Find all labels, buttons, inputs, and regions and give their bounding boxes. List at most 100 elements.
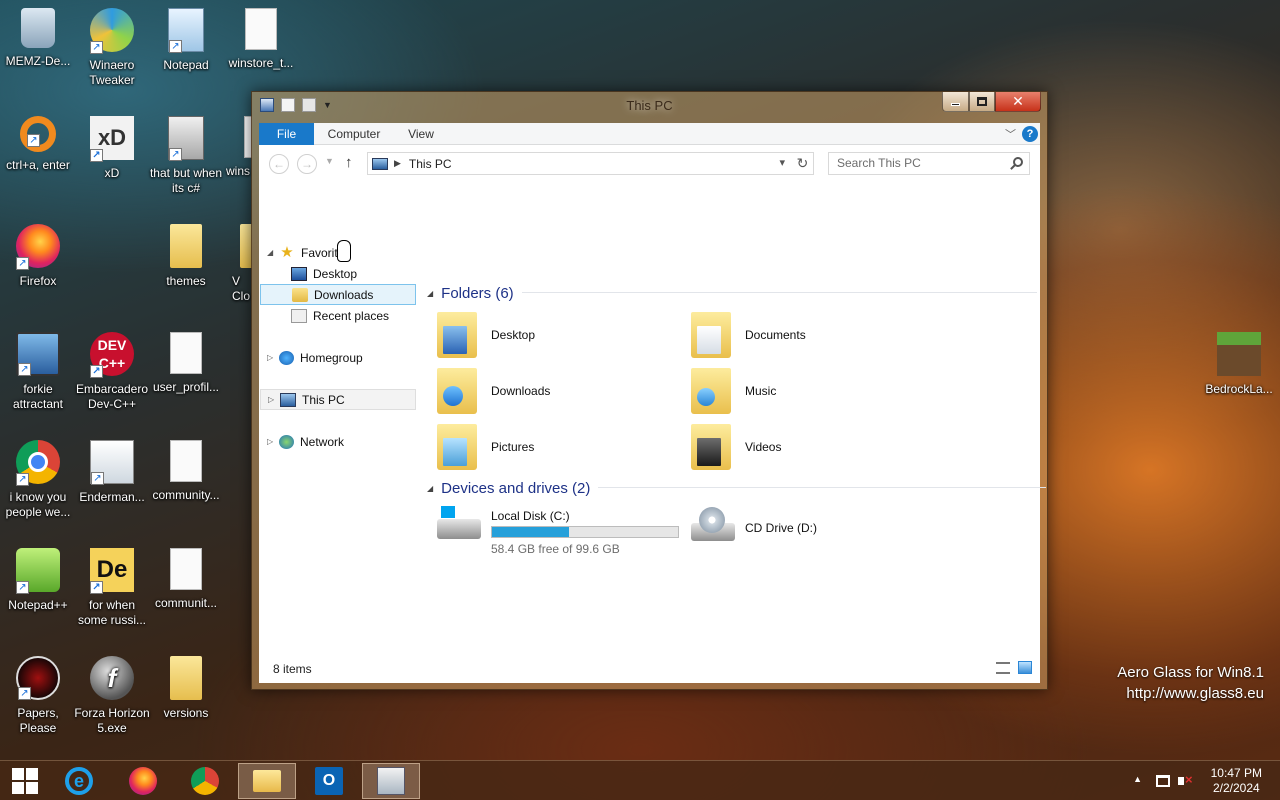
maximize-button[interactable]	[969, 92, 995, 112]
firefox-icon: ↗	[16, 224, 60, 270]
winaero-icon: ↗	[90, 8, 134, 54]
nav-item-this-pc[interactable]: ▷ This PC	[260, 389, 416, 410]
windows-stack-icon: ↗	[168, 116, 204, 161]
forward-button[interactable]: →	[297, 154, 317, 174]
window-title: This PC	[626, 98, 673, 113]
title-bar[interactable]: ▼ This PC ✕	[252, 92, 1047, 120]
desktop-icon-notepad[interactable]: ↗ Notepad	[148, 8, 224, 73]
file-explorer-icon	[253, 770, 281, 792]
clock[interactable]: 10:47 PM 2/2/2024	[1211, 766, 1262, 796]
close-button[interactable]: ✕	[995, 92, 1041, 112]
search-input[interactable]: Search This PC	[828, 152, 1030, 175]
desktop-icon-themes[interactable]: themes	[148, 224, 224, 289]
recent-locations-chevron-icon[interactable]: ▼	[325, 156, 334, 166]
expand-triangle-icon[interactable]: ▷	[267, 353, 277, 362]
address-bar[interactable]: ▶ This PC ▾	[367, 152, 814, 175]
documents-folder-icon	[691, 312, 731, 358]
volume-muted-icon[interactable]	[1178, 772, 1193, 788]
collapse-triangle-icon[interactable]: ◢	[427, 484, 433, 493]
desktop-icon-versions[interactable]: versions	[148, 656, 224, 721]
star-icon: ★	[280, 243, 294, 261]
desktop-icon-community-1[interactable]: community...	[148, 440, 224, 503]
desktop-icon-community-2[interactable]: communit...	[148, 548, 224, 611]
shortcut-arrow-icon: ↗	[16, 473, 29, 486]
drive-cd-d[interactable]: CD Drive (D:)	[691, 503, 941, 555]
group-header-folders[interactable]: ◢ Folders (6)	[427, 283, 1037, 303]
taskbar-performance-monitor[interactable]	[362, 763, 420, 799]
minimize-button[interactable]	[942, 92, 969, 112]
large-icons-view-icon[interactable]	[1018, 661, 1032, 674]
nav-item-desktop[interactable]: Desktop	[289, 263, 357, 284]
folder-documents[interactable]: Documents	[691, 309, 941, 361]
search-icon[interactable]	[1013, 157, 1023, 167]
group-header-devices[interactable]: ◢ Devices and drives (2)	[427, 478, 1047, 498]
desktop-icon-devcpp[interactable]: DEV C++ ↗ Embarcadero Dev-C++	[74, 332, 150, 412]
homegroup-icon	[279, 350, 294, 365]
drive-usage-bar	[491, 526, 679, 538]
taskbar-file-explorer[interactable]	[238, 763, 296, 799]
folder-pictures[interactable]: Pictures	[437, 421, 687, 473]
taskbar-outlook[interactable]: O	[300, 763, 358, 799]
show-hidden-icons-icon[interactable]: ▲	[1133, 774, 1142, 784]
desktop-icon-wins[interactable]: wins	[218, 116, 252, 179]
nav-item-network[interactable]: ▷ Network	[267, 431, 344, 452]
drive-name: Local Disk (C:)	[491, 509, 570, 523]
address-history-chevron-icon[interactable]: ▾	[779, 156, 785, 169]
desktop-icon-xd[interactable]: xD ↗ xD	[74, 116, 150, 181]
desktop-icon-bedrock[interactable]: BedrockLa...	[1198, 332, 1280, 397]
tab-file[interactable]: File	[259, 123, 314, 145]
folder-icon	[170, 224, 202, 268]
network-tray-icon[interactable]	[1156, 775, 1170, 787]
taskbar-chrome[interactable]	[176, 763, 234, 799]
drive-local-disk-c[interactable]: Local Disk (C:) 58.4 GB free of 99.6 GB	[437, 503, 687, 556]
help-icon[interactable]: ?	[1022, 126, 1038, 142]
desktop-icon-memz[interactable]: MEMZ-De...	[0, 8, 76, 69]
desktop-icon-firefox[interactable]: ↗ Firefox	[0, 224, 76, 289]
start-button[interactable]	[0, 763, 50, 799]
folder-downloads[interactable]: Downloads	[437, 365, 687, 417]
desktop-icon-papers-please[interactable]: ↗ Papers, Please	[0, 656, 76, 736]
details-view-icon[interactable]	[996, 662, 1010, 674]
address-separator-icon[interactable]: ▶	[394, 158, 401, 169]
collapse-triangle-icon[interactable]: ◢	[267, 248, 277, 257]
expand-ribbon-chevron-icon[interactable]: ﹀	[1005, 126, 1016, 142]
close-icon: ✕	[1012, 93, 1024, 109]
monitor-gear-icon: ↗	[16, 332, 60, 376]
drive-free-space: 58.4 GB free of 99.6 GB	[491, 542, 620, 556]
nav-item-downloads[interactable]: Downloads	[260, 284, 416, 305]
desktop-icon-chrome[interactable]: ↗ i know you people we...	[0, 440, 76, 520]
desktop-icon-winaero[interactable]: ↗ Winaero Tweaker	[74, 8, 150, 88]
up-button[interactable]: ↑	[345, 154, 353, 171]
expand-triangle-icon[interactable]: ▷	[268, 395, 278, 404]
address-crumb-this-pc[interactable]: This PC	[409, 157, 452, 171]
firefox-icon	[129, 767, 157, 795]
desktop-icon-notepadpp[interactable]: ↗ Notepad++	[0, 548, 76, 613]
desktop-icon-user-profile[interactable]: user_profil...	[148, 332, 224, 395]
folder-music[interactable]: Music	[691, 365, 941, 417]
tab-view[interactable]: View	[399, 123, 443, 145]
desktop-icon-v-clo[interactable]: V Clo	[220, 224, 252, 304]
back-button[interactable]: ←	[269, 154, 289, 174]
desktop-icon-enderman[interactable]: ↗ Enderman...	[74, 440, 150, 505]
refresh-button[interactable]: ↻	[792, 152, 814, 175]
desktop-icon-label: winstore_t...	[228, 56, 294, 70]
taskbar-internet-explorer[interactable]: e	[50, 763, 108, 799]
explorer-client: ← → ▼ ↑ ▶ This PC ▾ ↻ Search This PC ◢ ★…	[259, 145, 1047, 683]
desktop-icon-winstore[interactable]: winstore_t...	[223, 8, 299, 71]
taskbar-firefox[interactable]	[114, 763, 172, 799]
desktop-icon-forkie[interactable]: ↗ forkie attractant	[0, 332, 76, 412]
nav-item-recent-places[interactable]: Recent places	[289, 305, 389, 326]
status-bar: 8 items	[259, 653, 1040, 683]
desktop-icon-csharp[interactable]: ↗ that but when its c#	[148, 116, 224, 196]
desktop-icon-russi[interactable]: De ↗ for when some russi...	[74, 548, 150, 628]
desktop-icon-forza[interactable]: f Forza Horizon 5.exe	[74, 656, 150, 736]
expand-triangle-icon[interactable]: ▷	[267, 437, 277, 446]
desktop-icon-ctrl-a[interactable]: ↗ ctrl+a, enter	[0, 116, 76, 173]
collapse-triangle-icon[interactable]: ◢	[427, 289, 433, 298]
nav-item-homegroup[interactable]: ▷ Homegroup	[267, 347, 363, 368]
windows-logo-icon	[12, 768, 38, 794]
folder-videos[interactable]: Videos	[691, 421, 941, 473]
tab-computer[interactable]: Computer	[319, 123, 389, 145]
file-icon	[170, 332, 202, 374]
folder-desktop[interactable]: Desktop	[437, 309, 687, 361]
